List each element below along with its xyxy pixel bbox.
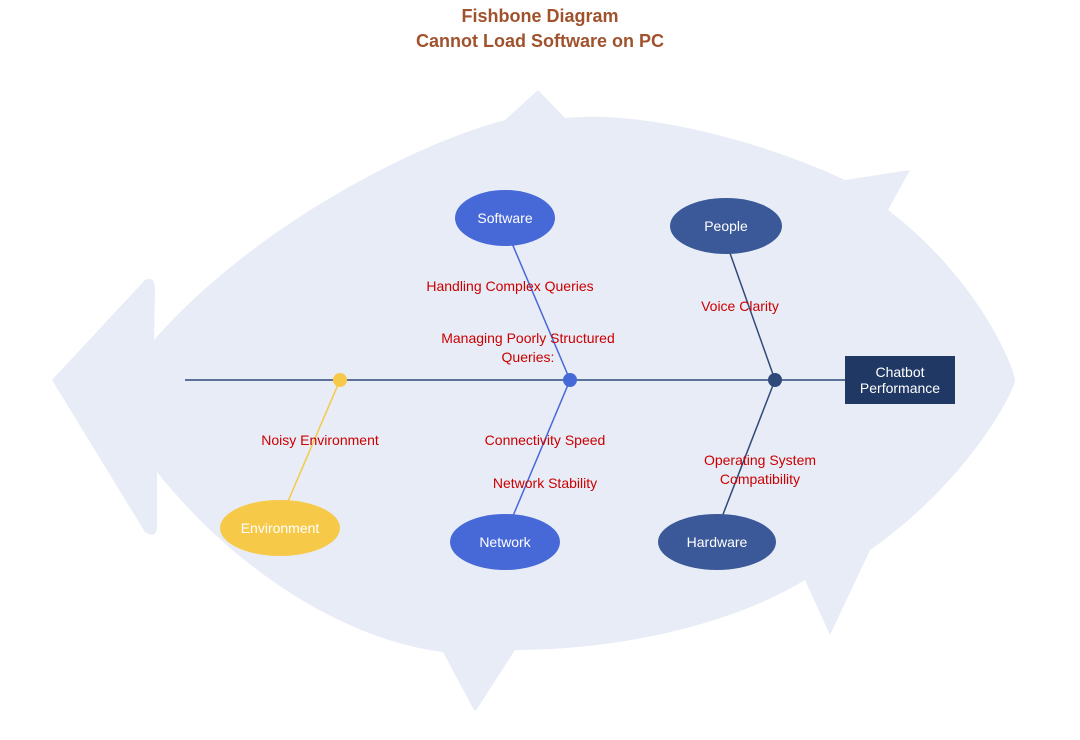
diagram-title: Fishbone Diagram Cannot Load Software on… (0, 0, 1080, 54)
cause-environment-1: Noisy Environment (240, 432, 400, 448)
category-environment: Environment (220, 500, 340, 556)
effect-box: Chatbot Performance (845, 356, 955, 404)
cause-network-2: Network Stability (460, 475, 630, 491)
title-line-1: Fishbone Diagram (0, 4, 1080, 29)
title-line-2: Cannot Load Software on PC (0, 29, 1080, 54)
cause-software-2: Managing Poorly Structured Queries: (418, 310, 638, 367)
dot-software-network (563, 373, 577, 387)
category-network-label: Network (479, 534, 530, 550)
dot-environment (333, 373, 347, 387)
cause-software-1: Handling Complex Queries (410, 278, 610, 294)
cause-hardware-1: Operating System Compatibility (680, 432, 840, 489)
category-hardware: Hardware (658, 514, 776, 570)
category-hardware-label: Hardware (687, 534, 748, 550)
cause-people-1: Voice Clarity (680, 298, 800, 314)
category-network: Network (450, 514, 560, 570)
category-software: Software (455, 190, 555, 246)
category-people-label: People (704, 218, 748, 234)
effect-label: Chatbot Performance (853, 364, 947, 396)
dot-people-hardware (768, 373, 782, 387)
cause-network-1: Connectivity Speed (460, 432, 630, 448)
category-software-label: Software (477, 210, 532, 226)
category-environment-label: Environment (241, 520, 320, 536)
category-people: People (670, 198, 782, 254)
fishbone-diagram: Software People Environment Network Hard… (40, 80, 1040, 710)
